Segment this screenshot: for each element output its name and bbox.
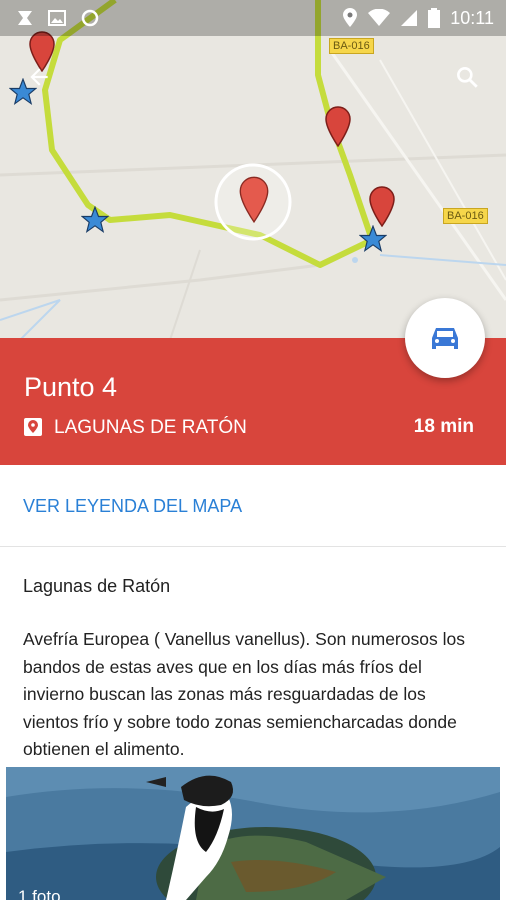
status-bar: 10:11 [0, 0, 506, 36]
section-description: Avefría Europea ( Vanellus vanellus). So… [23, 629, 465, 759]
star-marker[interactable] [81, 206, 109, 234]
point-title: Punto 4 [24, 372, 118, 402]
battery-icon [428, 8, 441, 28]
back-button[interactable] [19, 57, 59, 97]
status-time: 10:11 [450, 7, 494, 28]
sync-icon [81, 9, 99, 27]
place-name: LAGUNAS DE RATÓN [54, 417, 247, 438]
road-label: BA-016 [329, 38, 374, 54]
drive-directions-button[interactable] [405, 298, 485, 378]
x-logo-icon [18, 11, 32, 25]
search-icon [457, 67, 478, 88]
photo-count: 1 foto [18, 887, 61, 900]
place-icon [24, 418, 42, 436]
place-row: LAGUNAS DE RATÓN [24, 417, 247, 439]
map-marker-selected[interactable] [238, 175, 270, 223]
map-view[interactable]: BA-016 BA-016 [0, 0, 506, 340]
bird-photo[interactable]: 1 foto [6, 767, 500, 900]
car-icon [432, 328, 458, 349]
signal-icon [401, 10, 418, 26]
wifi-icon [368, 9, 391, 26]
map-marker[interactable] [368, 185, 396, 227]
legend-row: VER LEYENDA DEL MAPA [0, 465, 506, 547]
arrow-back-icon [30, 68, 48, 86]
search-button[interactable] [447, 57, 487, 97]
star-marker[interactable] [359, 225, 387, 253]
location-icon [343, 8, 358, 27]
map-marker[interactable] [324, 105, 352, 147]
section-title: Lagunas de Ratón [23, 576, 171, 596]
image-icon [48, 10, 66, 26]
travel-duration: 18 min [413, 416, 474, 437]
road-label: BA-016 [443, 208, 488, 224]
map-legend-link[interactable]: VER LEYENDA DEL MAPA [23, 496, 242, 517]
